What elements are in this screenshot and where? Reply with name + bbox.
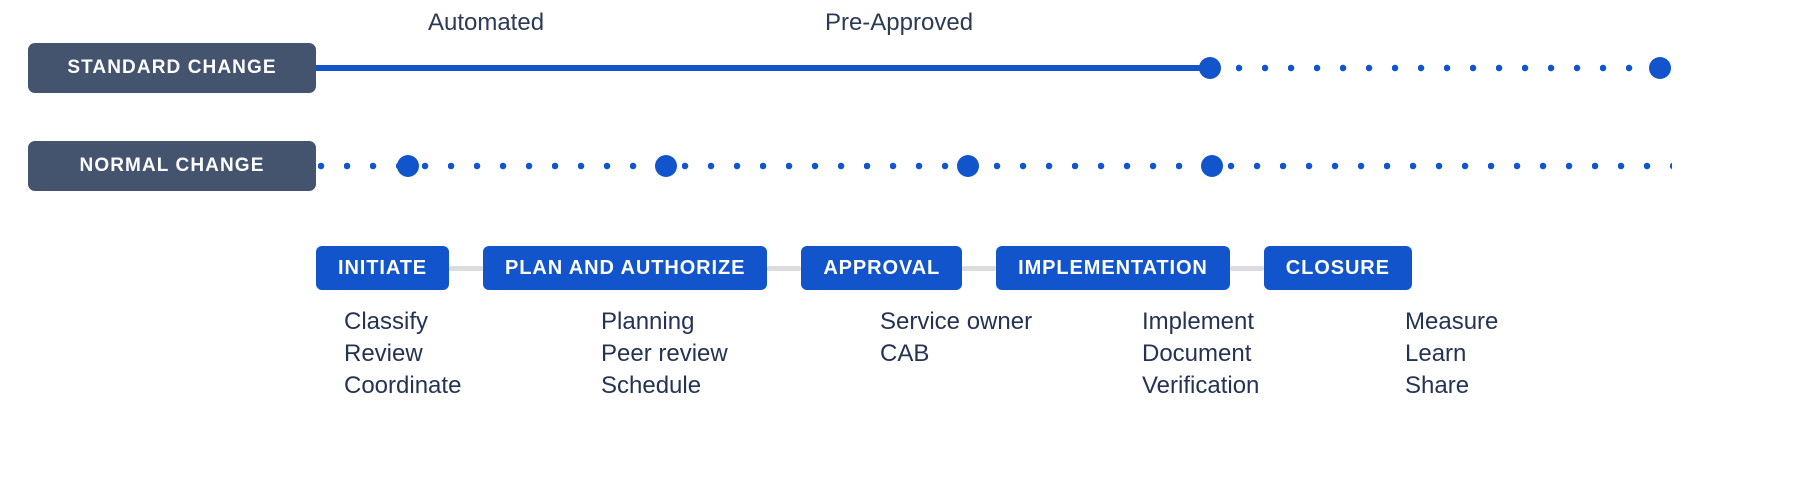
milestone-dot bbox=[397, 155, 419, 177]
stage-chip-row: INITIATE PLAN AND AUTHORIZE APPROVAL IMPLEM… bbox=[316, 246, 1566, 290]
annotation-pre-approved: Pre-Approved bbox=[824, 9, 974, 36]
stage-connector bbox=[449, 265, 484, 271]
stage-detail-item: Verification bbox=[1142, 372, 1260, 399]
stage-connector bbox=[962, 265, 997, 271]
stage-detail-item: Planning bbox=[601, 308, 695, 335]
milestone-dot bbox=[1649, 57, 1671, 79]
stage-connector bbox=[1229, 265, 1264, 271]
diagram-canvas: STANDARD CHANGE Automated Pre-Approved N… bbox=[0, 0, 1798, 500]
stage-connector bbox=[767, 265, 802, 271]
stage-detail-item: Coordinate bbox=[344, 372, 462, 399]
stage-chip-approval[interactable]: APPROVAL bbox=[801, 246, 963, 290]
normal-change-dotted-line bbox=[318, 160, 1672, 172]
stage-detail-item: Share bbox=[1405, 372, 1470, 399]
track-normal-change: NORMAL CHANGE bbox=[0, 141, 1798, 191]
track-label-standard-change: STANDARD CHANGE bbox=[28, 43, 316, 93]
milestone-dot bbox=[1201, 155, 1223, 177]
stage-details-row: Classify Review Coordinate Planning Peer rev… bbox=[0, 306, 1798, 426]
stage-chip-plan-and-authorize[interactable]: PLAN AND AUTHORIZE bbox=[483, 246, 768, 290]
stage-chip-initiate[interactable]: INITIATE bbox=[316, 246, 450, 290]
standard-change-dotted-line bbox=[1210, 62, 1668, 74]
stage-details-plan-and-authorize: Planning Peer review Schedule bbox=[601, 306, 728, 402]
track-standard-change: STANDARD CHANGE Automated Pre-Approved bbox=[0, 9, 1798, 93]
standard-change-solid-line bbox=[316, 65, 1210, 71]
stage-detail-item: Schedule bbox=[601, 372, 702, 399]
stage-chip-closure[interactable]: CLOSURE bbox=[1263, 246, 1412, 290]
stage-details-initiate: Classify Review Coordinate bbox=[344, 306, 461, 402]
stage-detail-item: Implement bbox=[1142, 308, 1255, 335]
stage-chip-implementation[interactable]: IMPLEMENTATION bbox=[996, 246, 1230, 290]
stage-detail-item: Service owner bbox=[880, 308, 1033, 335]
annotation-automated: Automated bbox=[427, 9, 545, 36]
stage-detail-item: Measure bbox=[1405, 308, 1499, 335]
milestone-dot bbox=[655, 155, 677, 177]
track-label-normal-change: NORMAL CHANGE bbox=[28, 141, 316, 191]
stage-detail-item: Peer review bbox=[601, 340, 728, 367]
stage-detail-item: Review bbox=[344, 340, 423, 367]
milestone-dot bbox=[957, 155, 979, 177]
stage-detail-item: Classify bbox=[344, 308, 429, 335]
milestone-dot bbox=[1199, 57, 1221, 79]
stage-details-closure: Measure Learn Share bbox=[1405, 306, 1498, 402]
stage-detail-item: CAB bbox=[880, 340, 930, 367]
stage-detail-item: Learn bbox=[1405, 340, 1467, 367]
stage-detail-item: Document bbox=[1142, 340, 1252, 367]
stage-details-implementation: Implement Document Verification bbox=[1142, 306, 1259, 402]
stage-details-approval: Service owner CAB bbox=[880, 306, 1032, 370]
